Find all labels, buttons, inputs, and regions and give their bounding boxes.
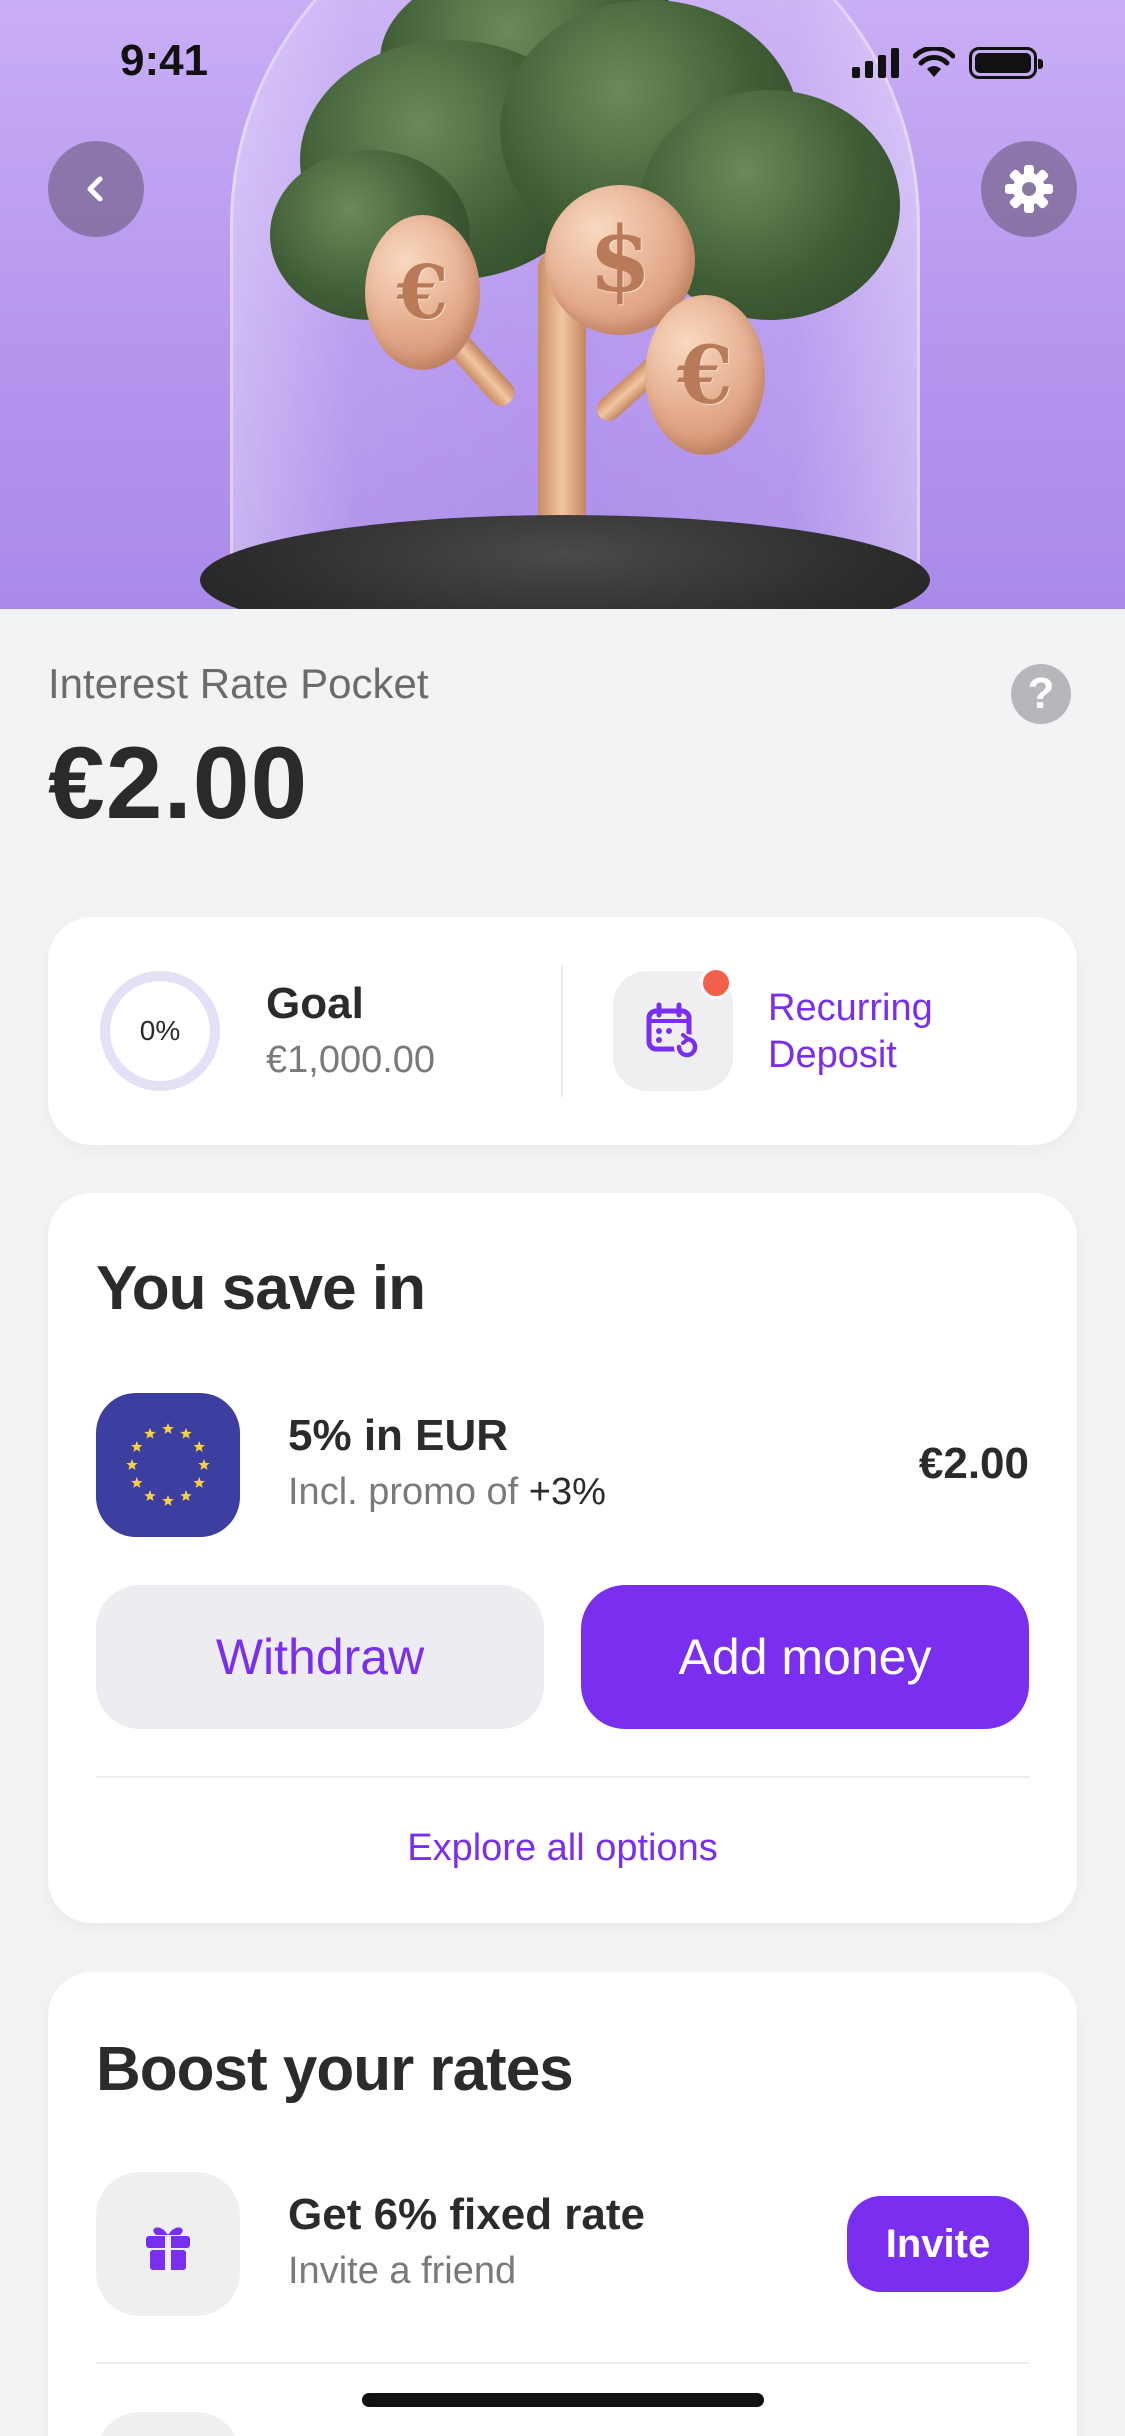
eu-star: [180, 1490, 192, 1502]
eu-star: [131, 1477, 143, 1488]
eu-star: [193, 1441, 205, 1452]
savings-amount: €2.00: [918, 1439, 1029, 1488]
explore-options-link[interactable]: Explore all options: [48, 1827, 1077, 1870]
eu-star: [144, 1427, 156, 1439]
chevron-left-icon: [87, 176, 103, 202]
eu-star: [198, 1459, 210, 1470]
withdraw-button[interactable]: Withdraw: [96, 1585, 544, 1729]
promo-info: Incl. promo of +3%: [288, 1471, 606, 1514]
hero-illustration: € $ €: [0, 0, 1125, 609]
status-time: 9:41: [120, 36, 209, 85]
cellular-signal-icon: [852, 48, 899, 78]
boost-title: Boost your rates: [96, 2035, 574, 2104]
notification-dot: [700, 967, 732, 999]
goal-card: 0% Goal €1,000.00 Recurring Deposit: [48, 917, 1077, 1145]
help-button[interactable]: ?: [1011, 664, 1071, 724]
eu-star: [193, 1477, 205, 1488]
home-indicator: [362, 2393, 764, 2407]
boost-card: Boost your rates Get 6% fixed rate Invit…: [48, 1972, 1077, 2436]
wifi-icon: [913, 47, 955, 77]
add-money-button[interactable]: Add money: [581, 1585, 1029, 1729]
calendar-repeat-icon: [646, 1002, 700, 1060]
goal-progress-ring: 0%: [100, 971, 220, 1091]
goal-amount: €1,000.00: [266, 1039, 436, 1081]
pocket-balance: €2.00: [48, 726, 309, 840]
divider: [561, 965, 563, 1097]
eu-star: [126, 1459, 138, 1470]
promo-value: +3%: [528, 1471, 606, 1513]
offer-subtitle: Invite a friend: [288, 2250, 517, 2292]
eu-star: [131, 1441, 143, 1452]
eu-star: [162, 1423, 174, 1434]
gear-icon: [1005, 165, 1053, 213]
eu-star: [180, 1427, 192, 1439]
divider: [96, 1776, 1029, 1778]
question-icon: ?: [1027, 669, 1055, 718]
eu-flag-icon: [96, 1393, 240, 1537]
settings-button[interactable]: [981, 141, 1077, 237]
recurring-deposit-label: Recurring Deposit: [768, 987, 933, 1076]
divider: [96, 2362, 1029, 2364]
eu-star: [144, 1490, 156, 1502]
gift-icon-wrap: [96, 2172, 240, 2316]
promo-prefix: Incl. promo of: [288, 1471, 519, 1513]
goal-label: Goal: [266, 979, 364, 1028]
back-button[interactable]: [48, 141, 144, 237]
next-offer-icon: [96, 2412, 240, 2436]
gift-icon: [146, 2227, 190, 2270]
status-icons: [852, 46, 1043, 80]
savings-rate: 5% in EUR: [288, 1411, 509, 1460]
offer-title: Get 6% fixed rate: [288, 2190, 646, 2239]
eu-star: [162, 1495, 174, 1506]
battery-icon: [969, 47, 1043, 79]
savings-card: You save in 5% in EUR Incl. promo of +3%…: [48, 1193, 1077, 1923]
euro-coin: €: [365, 215, 480, 370]
invite-button[interactable]: Invite: [847, 2196, 1029, 2292]
euro-coin: €: [645, 295, 765, 455]
pocket-title: Interest Rate Pocket: [48, 660, 429, 707]
savings-title: You save in: [96, 1254, 426, 1323]
goal-progress-label: 0%: [139, 1015, 181, 1046]
